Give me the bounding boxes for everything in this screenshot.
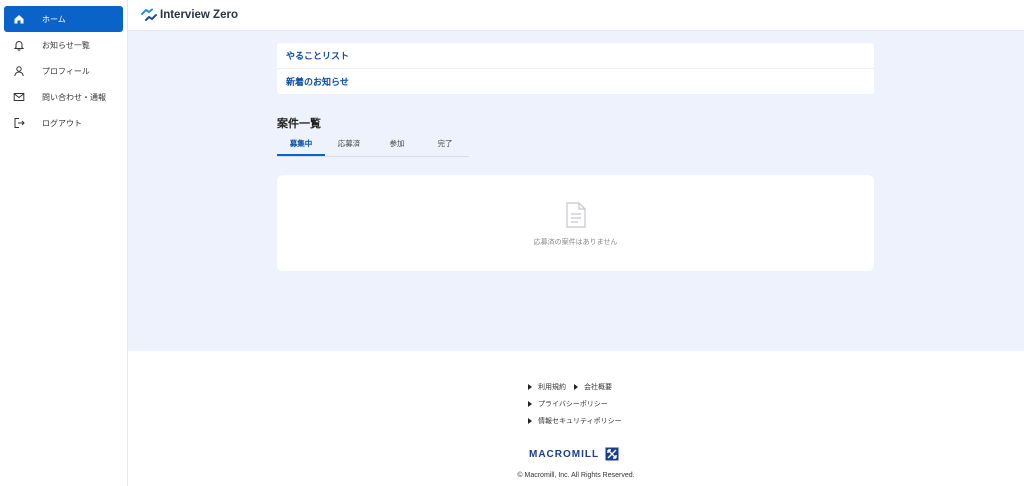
bell-icon [12,38,26,52]
privacy-link[interactable]: プライバシーポリシー [528,399,608,409]
triangle-right-icon [528,383,532,390]
privacy-link-label: プライバシーポリシー [538,400,608,408]
tab-completed[interactable]: 完了 [421,138,469,156]
terms-link-label: 利用規約 [538,383,566,391]
logout-icon [12,116,26,130]
sidebar-item-profile[interactable]: プロフィール [4,58,123,84]
sidebar-item-label: ログアウト [42,118,82,128]
tab-recruiting[interactable]: 募集中 [277,138,325,156]
sidebar-item-label: お知らせ一覧 [42,40,90,50]
app-logo[interactable]: Interview Zero [141,8,238,22]
terms-link[interactable]: 利用規約 [528,382,566,392]
macromill-wordmark: MACROMILL [529,448,600,460]
user-icon [12,64,26,78]
sidebar-item-label: 問い合わせ・通報 [42,92,106,102]
copyright-text: © Macromill, Inc. All Rights Reserved. [517,472,635,479]
triangle-right-icon [528,417,532,424]
mail-icon [12,90,26,104]
app-title: Interview Zero [160,9,238,21]
logo-mark-icon [141,8,157,21]
new-notices-link[interactable]: 新着のお知らせ [277,68,874,93]
project-tabs: 募集中 応募済 参加 完了 [277,138,469,157]
empty-state-card: 応募済の案件はありません [277,175,874,271]
tab-participating[interactable]: 参加 [373,138,421,156]
document-icon [566,202,586,228]
todo-card: やることリスト 新着のお知らせ [277,43,874,94]
macromill-logo[interactable]: MACROMILL [529,447,619,461]
security-policy-link[interactable]: 情報セキュリティポリシー [528,416,622,426]
main-content: やることリスト 新着のお知らせ 案件一覧 募集中 応募済 参加 完了 応募済の案… [128,31,1024,351]
home-icon [12,12,26,26]
sidebar-item-contact[interactable]: 問い合わせ・通報 [4,84,123,110]
footer-links: 利用規約 会社概要 プライバシーポリシー 情報セキュリティポリシー [528,378,630,429]
sidebar: ホーム お知らせ一覧 プロフィール 問い合わせ・通報 ログアウト [0,0,128,486]
macromill-mark-icon [605,447,619,461]
section-title: 案件一覧 [277,118,321,130]
empty-state-message: 応募済の案件はありません [533,239,618,246]
top-header: Interview Zero [128,0,1024,31]
tab-applied[interactable]: 応募済 [325,138,373,156]
sidebar-item-home[interactable]: ホーム [4,6,123,32]
triangle-right-icon [574,383,578,390]
footer: 利用規約 会社概要 プライバシーポリシー 情報セキュリティポリシー MACROM… [128,351,1024,486]
sidebar-nav: ホーム お知らせ一覧 プロフィール 問い合わせ・通報 ログアウト [0,0,127,136]
todo-list-link[interactable]: やることリスト [277,43,874,68]
company-link[interactable]: 会社概要 [574,382,612,392]
sidebar-item-label: プロフィール [42,66,90,76]
sidebar-item-logout[interactable]: ログアウト [4,110,123,136]
security-policy-link-label: 情報セキュリティポリシー [538,417,622,425]
triangle-right-icon [528,400,532,407]
sidebar-item-notices[interactable]: お知らせ一覧 [4,32,123,58]
sidebar-item-label: ホーム [42,14,66,24]
company-link-label: 会社概要 [584,383,612,391]
